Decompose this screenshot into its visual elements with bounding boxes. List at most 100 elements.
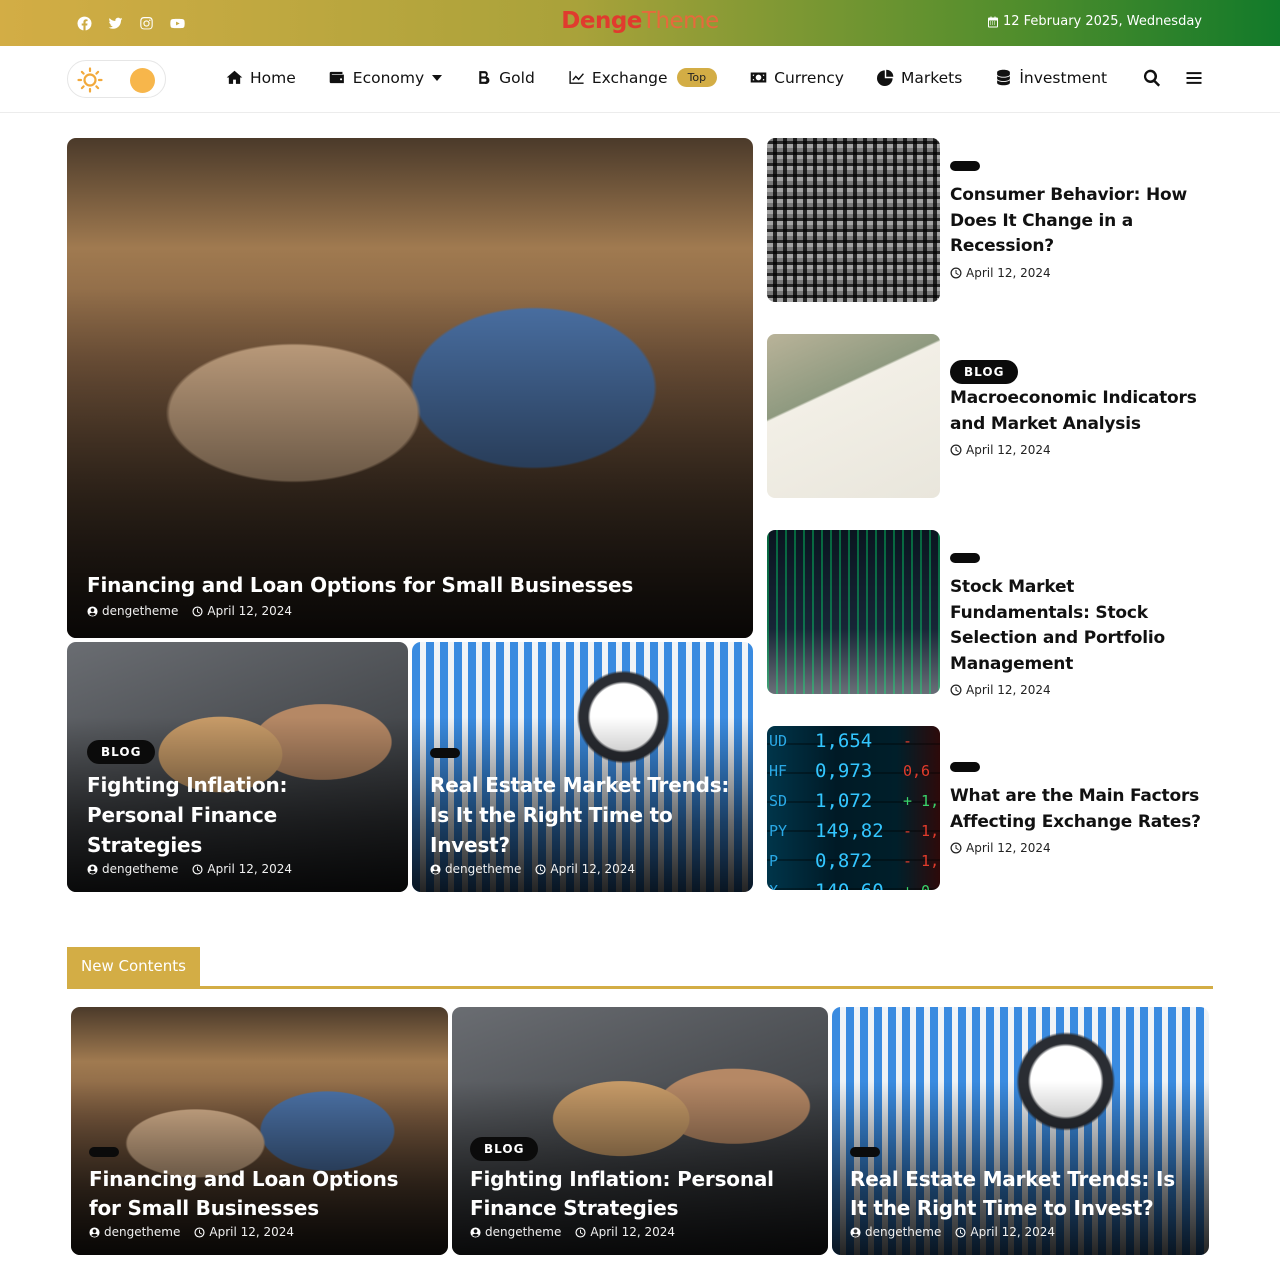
side-post-text: What are the Main Factors Affecting Exch… xyxy=(950,762,1217,855)
side-post[interactable]: Stock Market Fundamentals: Stock Selecti… xyxy=(767,530,1217,697)
post-title[interactable]: Consumer Behavior: How Does It Change in… xyxy=(950,183,1217,260)
post-title[interactable]: Real Estate Market Trends: Is It the Rig… xyxy=(850,1165,1191,1223)
card-caption: Real Estate Market Trends: Is It the Rig… xyxy=(850,1146,1191,1239)
post-meta: dengetheme April 12, 2024 xyxy=(470,1225,810,1239)
currency-values: 1,6540,9731,072149,820,872140,60 xyxy=(815,730,884,890)
post-title[interactable]: Financing and Loan Options for Small Bus… xyxy=(89,1165,430,1223)
post-author[interactable]: dengetheme xyxy=(87,604,178,618)
currency-changes: - 0,6+ 1,- 1,- 1,+ 0+ 1 xyxy=(903,732,940,890)
top-bar: DengeTheme 12 February 2025, Wednesday xyxy=(0,0,1280,46)
money-bill-icon xyxy=(750,72,767,83)
post-card[interactable]: BLOG Fighting Inflation: Personal Financ… xyxy=(67,642,408,892)
nav-item-exchange[interactable]: Exchange Top xyxy=(568,68,718,87)
side-post-text: Consumer Behavior: How Does It Change in… xyxy=(950,161,1217,280)
database-icon xyxy=(997,69,1011,86)
category-badge[interactable]: BLOG xyxy=(470,1137,539,1161)
post-date: April 12, 2024 xyxy=(575,1225,675,1239)
main-navbar: Home Economy Gold Exchange Top Currency … xyxy=(0,46,1280,113)
post-date: April 12, 2024 xyxy=(535,862,635,876)
clock-icon xyxy=(535,863,546,875)
user-icon xyxy=(470,1226,481,1238)
nav-item-investment[interactable]: İnvestment xyxy=(995,69,1107,87)
side-post[interactable]: UDHFSDPYPX 1,6540,9731,072149,820,872140… xyxy=(767,726,1217,890)
calendar-icon xyxy=(987,16,998,27)
current-date: 12 February 2025, Wednesday xyxy=(987,14,1202,29)
card-caption: BLOG Fighting Inflation: Personal Financ… xyxy=(470,1137,810,1239)
sun-icon xyxy=(77,67,103,93)
post-title[interactable]: Fighting Inflation: Personal Finance Str… xyxy=(87,770,390,860)
category-badge[interactable] xyxy=(850,1147,880,1157)
nav-item-home[interactable]: Home xyxy=(226,69,296,87)
theme-toggle[interactable] xyxy=(67,60,166,98)
post-thumbnail[interactable]: UDHFSDPYPX 1,6540,9731,072149,820,872140… xyxy=(767,726,940,890)
side-post[interactable]: BLOG Macroeconomic Indicators and Market… xyxy=(767,334,1217,498)
post-title[interactable]: Real Estate Market Trends: Is It the Rig… xyxy=(430,770,735,860)
post-meta: dengetheme April 12, 2024 xyxy=(430,862,735,876)
section-header: New Contents xyxy=(67,947,1213,989)
post-author[interactable]: dengetheme xyxy=(87,862,178,876)
user-icon xyxy=(430,863,441,875)
section-title: New Contents xyxy=(67,947,200,986)
clock-icon xyxy=(950,267,962,278)
side-post-text: BLOG Macroeconomic Indicators and Market… xyxy=(950,360,1217,457)
featured-post-card[interactable]: Financing and Loan Options for Small Bus… xyxy=(67,138,753,638)
post-card[interactable]: Real Estate Market Trends: Is It the Rig… xyxy=(412,642,753,892)
bitcoin-icon xyxy=(479,71,490,84)
chart-line-icon xyxy=(569,71,584,84)
new-content-card[interactable]: BLOG Fighting Inflation: Personal Financ… xyxy=(452,1007,828,1255)
post-date: April 12, 2024 xyxy=(194,1225,294,1239)
clock-icon xyxy=(950,444,962,456)
post-title[interactable]: Financing and Loan Options for Small Bus… xyxy=(87,570,735,600)
nav-item-markets[interactable]: Markets xyxy=(876,69,962,87)
user-icon xyxy=(89,1226,100,1238)
category-badge[interactable] xyxy=(950,161,980,171)
card-caption: BLOG Fighting Inflation: Personal Financ… xyxy=(87,740,390,876)
wallet-icon xyxy=(329,71,344,84)
post-thumbnail[interactable] xyxy=(767,138,940,302)
clock-icon xyxy=(950,842,962,854)
search-icon[interactable] xyxy=(1142,68,1162,88)
post-author[interactable]: dengetheme xyxy=(89,1225,180,1239)
category-badge[interactable] xyxy=(89,1147,119,1157)
nav-item-currency[interactable]: Currency xyxy=(750,69,844,87)
post-author[interactable]: dengetheme xyxy=(430,862,521,876)
user-icon xyxy=(850,1226,861,1238)
clock-icon xyxy=(575,1226,586,1238)
post-date: April 12, 2024 xyxy=(950,266,1217,280)
post-title[interactable]: What are the Main Factors Affecting Exch… xyxy=(950,784,1217,835)
post-title[interactable]: Fighting Inflation: Personal Finance Str… xyxy=(470,1165,810,1223)
category-badge[interactable] xyxy=(950,762,980,772)
new-content-card[interactable]: Financing and Loan Options for Small Bus… xyxy=(71,1007,448,1255)
clock-icon xyxy=(950,684,962,696)
post-author[interactable]: dengetheme xyxy=(470,1225,561,1239)
post-meta: dengetheme April 12, 2024 xyxy=(89,1225,430,1239)
clock-icon xyxy=(192,605,203,617)
post-date: April 12, 2024 xyxy=(955,1225,1055,1239)
clock-icon xyxy=(955,1226,966,1238)
post-thumbnail[interactable] xyxy=(767,334,940,498)
top-badge: Top xyxy=(676,68,718,87)
nav-item-gold[interactable]: Gold xyxy=(475,69,535,87)
card-caption: Financing and Loan Options for Small Bus… xyxy=(87,570,735,618)
post-date: April 12, 2024 xyxy=(950,443,1217,457)
category-badge[interactable]: BLOG xyxy=(950,360,1019,384)
toggle-knob xyxy=(130,68,155,93)
clock-icon xyxy=(192,863,203,875)
post-thumbnail[interactable] xyxy=(767,530,940,694)
post-title[interactable]: Stock Market Fundamentals: Stock Selecti… xyxy=(950,575,1217,677)
nav-item-economy[interactable]: Economy xyxy=(329,69,443,87)
post-title[interactable]: Macroeconomic Indicators and Market Anal… xyxy=(950,386,1217,437)
hamburger-menu-icon[interactable] xyxy=(1184,68,1204,88)
category-badge[interactable] xyxy=(950,553,980,563)
post-meta: dengetheme April 12, 2024 xyxy=(850,1225,1191,1239)
new-content-card[interactable]: Real Estate Market Trends: Is It the Rig… xyxy=(832,1007,1209,1255)
user-icon xyxy=(87,863,98,875)
currency-codes: UDHFSDPYPX xyxy=(769,732,788,890)
post-author[interactable]: dengetheme xyxy=(850,1225,941,1239)
side-post-text: Stock Market Fundamentals: Stock Selecti… xyxy=(950,553,1217,697)
category-badge[interactable] xyxy=(430,748,460,758)
nav-menu: Home Economy Gold Exchange Top Currency … xyxy=(226,68,1140,87)
side-post[interactable]: Consumer Behavior: How Does It Change in… xyxy=(767,138,1217,302)
post-date: April 12, 2024 xyxy=(192,862,292,876)
category-badge[interactable]: BLOG xyxy=(87,740,156,764)
